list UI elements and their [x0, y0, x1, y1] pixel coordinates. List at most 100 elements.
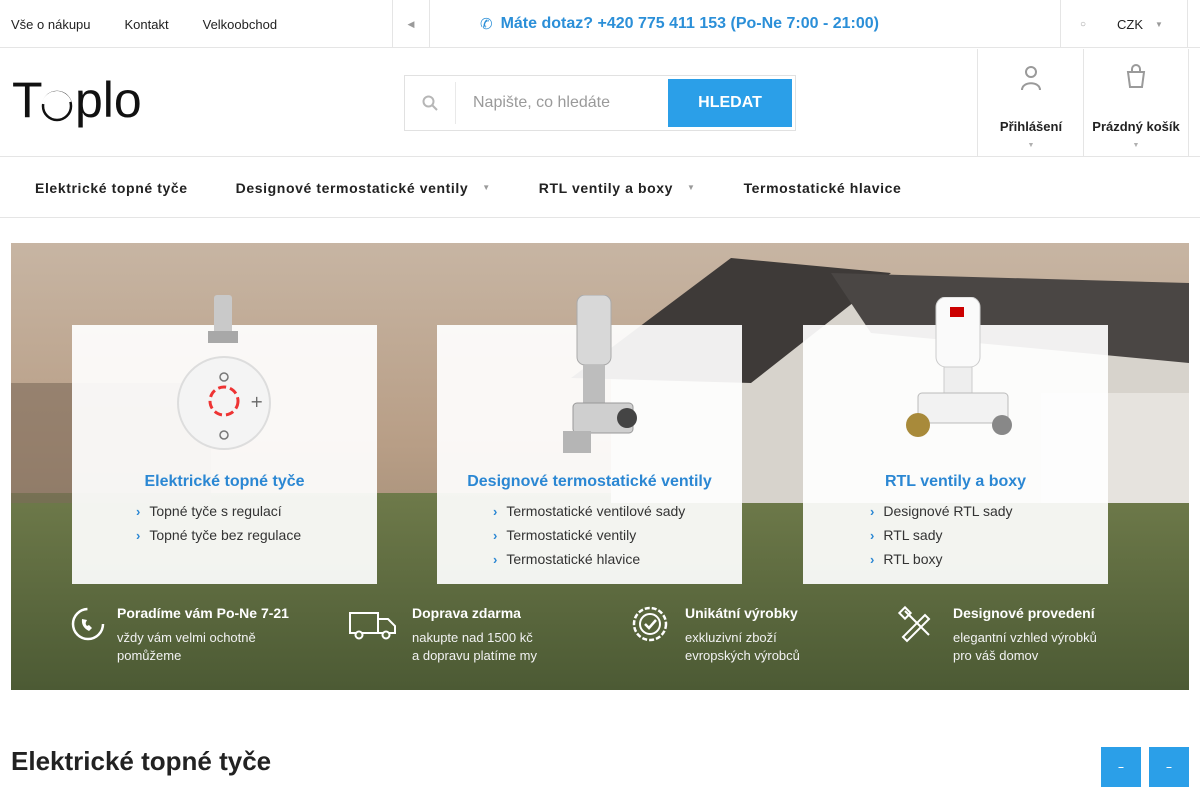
divider: [455, 82, 456, 124]
logo-icon: T plo: [12, 72, 142, 128]
banner-card-link[interactable]: › RTL boxy: [870, 547, 1013, 571]
login-button[interactable]: Přihlášení ▼: [977, 49, 1084, 157]
logo-letter-t: T: [12, 72, 43, 128]
feature-description: nakupte nad 1500 kč a dopravu platíme my: [412, 629, 537, 665]
top-link-wholesale[interactable]: Velkoobchod: [203, 17, 277, 32]
chevron-down-icon: ▼: [687, 183, 696, 192]
chevron-right-icon: ›: [493, 551, 498, 567]
nav-item-rtl-valves[interactable]: RTL ventily a boxy ▼: [539, 180, 696, 196]
site-logo[interactable]: T plo: [12, 71, 164, 135]
chevron-right-icon: ›: [136, 527, 141, 543]
feature-line: a dopravu platíme my: [412, 648, 538, 663]
cart-button[interactable]: Prázdný košík ▼: [1083, 49, 1189, 157]
list-item: RTL sady: [883, 527, 943, 543]
cart-icon: [1124, 63, 1148, 93]
chevron-down-icon: ▼: [1155, 19, 1163, 29]
banner-card-link[interactable]: › Topné tyče s regulací: [136, 499, 301, 523]
currency-label: CZK: [1117, 16, 1143, 32]
carousel-prev-button[interactable]: ⎯: [1101, 747, 1141, 787]
banner-card-title: RTL ventily a boxy: [884, 473, 1027, 490]
globe-icon: ○: [1080, 18, 1087, 30]
truck-icon: [349, 612, 396, 640]
chevron-right-icon: ›: [493, 503, 498, 519]
heating-rod-product-image: +: [177, 295, 271, 450]
carousel-next-button[interactable]: ⎯: [1149, 747, 1189, 787]
banner-card-link[interactable]: › Termostatické ventilové sady: [493, 499, 685, 523]
banner-card-link[interactable]: › RTL sady: [870, 523, 1013, 547]
list-item: Termostatické ventily: [506, 527, 637, 543]
divider: [1060, 0, 1061, 48]
banner-card-rtl-valves[interactable]: RTL ventily a boxy › Designové RTL sady ›…: [803, 297, 1108, 584]
check-badge-icon: [632, 606, 668, 642]
banner-card-design-valves[interactable]: Designové termostatické ventily › Termost…: [437, 295, 742, 584]
top-link-shopping-info[interactable]: Vše o nákupu: [11, 17, 91, 32]
chevron-down-icon: ▼: [1132, 142, 1140, 149]
hotline-text: Máte dotaz? +420 775 411 153 (Po-Ne 7:00…: [500, 15, 879, 32]
chevron-right-icon: ›: [870, 551, 875, 567]
search-button[interactable]: HLEDAT: [668, 79, 792, 127]
feature-line: elegantní vzhled výrobků: [953, 630, 1097, 645]
nav-item-thermostatic-heads[interactable]: Termostatické hlavice: [744, 180, 902, 196]
banner-card-list: › Topné tyče s regulací › Topné tyče bez r…: [136, 499, 301, 547]
nav-item-label: Designové termostatické ventily: [235, 179, 469, 196]
hero-banner[interactable]: + Elektrické topné tyče › Topné tyče s re…: [11, 243, 1189, 690]
chevron-right-icon: ›: [870, 527, 875, 543]
top-links: Vše o nákupu Kontakt Velkoobchod: [0, 0, 300, 48]
login-label: Přihlášení: [999, 119, 1063, 134]
chevron-right-icon: ›: [493, 527, 498, 543]
feature-title: Designové provedení: [953, 605, 1095, 621]
list-item: Designové RTL sady: [883, 503, 1013, 519]
banner-card-link[interactable]: › Termostatické ventily: [493, 523, 685, 547]
feature-description: elegantní vzhled výrobků pro váš domov: [953, 629, 1097, 665]
feature-line: pro váš domov: [953, 648, 1039, 663]
top-bar: Vše o nákupu Kontakt Velkoobchod ◀ ✆ Mát…: [0, 0, 1200, 48]
hotline[interactable]: ✆ Máte dotaz? +420 775 411 153 (Po-Ne 7:…: [480, 0, 879, 48]
banner-card-list: › Termostatické ventilové sady › Termostat…: [493, 499, 685, 571]
top-link-contact[interactable]: Kontakt: [125, 17, 169, 32]
nav-item-electric-heating-rods[interactable]: Elektrické topné tyče: [35, 180, 188, 196]
search-input[interactable]: [473, 84, 663, 122]
list-item: Topné tyče bez regulace: [149, 527, 302, 543]
search-box: HLEDAT: [404, 75, 796, 131]
chevron-down-icon: ▼: [1027, 142, 1035, 149]
nav-item-design-thermostatic-valves[interactable]: Designové termostatické ventily ▼: [236, 180, 491, 196]
minus-icon: ⎯: [1118, 761, 1124, 773]
banner-card-title: Elektrické topné tyče: [144, 473, 305, 490]
valve-product-image: [563, 295, 637, 453]
currency-selector[interactable]: CZK ▼: [1117, 0, 1163, 48]
feature-description: vždy vám velmi ochotně pomůžeme: [117, 629, 256, 665]
feature-title: Doprava zdarma: [412, 605, 521, 621]
header: T plo HLEDAT Přihlášení ▼ Prázdný košík …: [0, 49, 1200, 157]
feature-title: Poradíme vám Po-Ne 7-21: [117, 605, 289, 621]
chevron-right-icon: ›: [870, 503, 875, 519]
design-tools-icon: [897, 605, 931, 643]
banner-card-title: Designové termostatické ventily: [467, 473, 712, 490]
feature-line: vždy vám velmi ochotně: [117, 630, 256, 645]
banner-card-link[interactable]: › Designové RTL sady: [870, 499, 1013, 523]
feature-description: exkluzivní zboží evropských výrobců: [685, 629, 800, 665]
nav-item-label: Termostatické hlavice: [743, 179, 902, 196]
cart-label: Prázdný košík: [1092, 119, 1180, 134]
caret-left-icon[interactable]: ◀: [393, 0, 429, 48]
banner-card-list: › Designové RTL sady › RTL sady › RTL boxy: [870, 499, 1013, 571]
chevron-down-icon: ▼: [482, 183, 491, 192]
list-item: Termostatické ventilové sady: [506, 503, 686, 519]
minus-icon: ⎯: [1166, 761, 1172, 773]
nav-item-label: Elektrické topné tyče: [35, 179, 188, 196]
feature-line: pomůžeme: [117, 648, 182, 663]
svg-text:+: +: [250, 392, 263, 411]
search-icon: [405, 76, 455, 130]
banner-card-link[interactable]: › Topné tyče bez regulace: [136, 523, 301, 547]
nav-item-label: RTL ventily a boxy: [538, 179, 674, 196]
banner-card-heating-rods[interactable]: + Elektrické topné tyče › Topné tyče s re…: [72, 295, 377, 584]
phone-support-icon: [71, 607, 105, 641]
phone-icon: ✆: [480, 16, 493, 33]
feature-line: evropských výrobců: [685, 648, 800, 663]
section-title: Elektrické topné tyče: [11, 746, 272, 776]
list-item: Termostatické hlavice: [506, 551, 641, 567]
list-item: Topné tyče s regulací: [149, 503, 282, 519]
banner-card-link[interactable]: › Termostatické hlavice: [493, 547, 685, 571]
divider: [429, 0, 430, 48]
main-nav: Elektrické topné tyče Designové termosta…: [0, 158, 1200, 218]
feature-line: nakupte nad 1500 kč: [412, 630, 533, 645]
